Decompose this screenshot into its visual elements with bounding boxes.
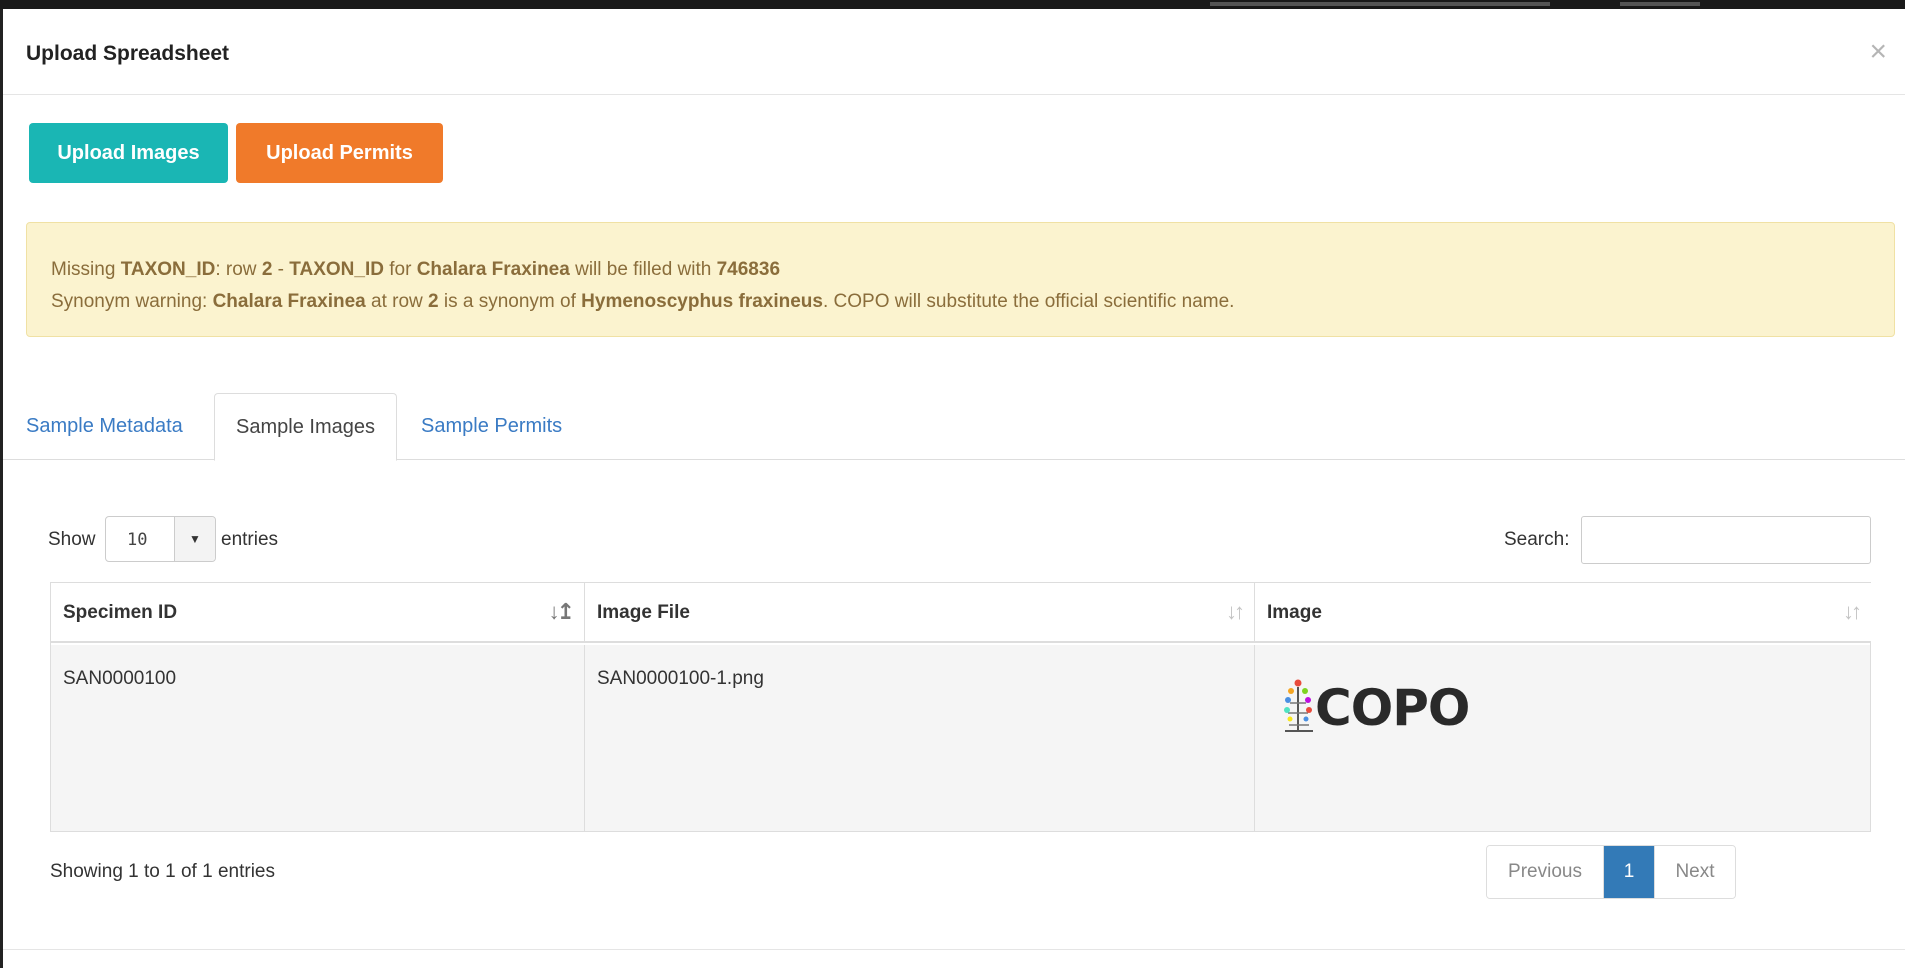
modal-header: Upload Spreadsheet ×	[3, 9, 1905, 95]
copo-logo-text: COPO	[1315, 679, 1470, 737]
specimen-id-cell: SAN0000100	[51, 645, 585, 831]
column-header-specimen-id[interactable]: Specimen ID ↓↥	[51, 583, 585, 643]
pagination: Previous 1 Next	[1486, 845, 1736, 899]
caret-down-icon[interactable]: ▼	[174, 517, 215, 561]
upload-images-button[interactable]: Upload Images	[29, 123, 228, 183]
page-length-select[interactable]: 10 ▼	[105, 516, 216, 562]
copo-tree-icon	[1284, 679, 1313, 732]
tab-sample-permits[interactable]: Sample Permits	[421, 393, 562, 460]
copo-logo-image: COPO	[1279, 673, 1470, 739]
modal-title: Upload Spreadsheet	[26, 42, 230, 65]
upload-spreadsheet-modal: Upload Spreadsheet × Upload Images Uploa…	[3, 9, 1905, 968]
table-row: SAN0000100 SAN0000100-1.png COPO	[51, 645, 1870, 831]
page-1-button[interactable]: 1	[1604, 846, 1654, 898]
previous-button[interactable]: Previous	[1487, 846, 1604, 898]
warning-alert: Missing TAXON_ID: row 2 - TAXON_ID for C…	[26, 222, 1895, 337]
tab-sample-images[interactable]: Sample Images	[214, 393, 397, 461]
sort-both-icon: ↓↑	[1843, 599, 1862, 624]
tab-bar: Sample Metadata Sample Images Sample Per…	[3, 393, 1905, 461]
search-label: Search:	[1504, 529, 1570, 550]
modal-footer-divider	[3, 949, 1905, 950]
sort-asc-icon: ↓↥	[548, 599, 575, 624]
tab-sample-metadata[interactable]: Sample Metadata	[26, 393, 183, 460]
sort-both-icon: ↓↑	[1226, 599, 1245, 624]
column-header-image[interactable]: Image ↓↑	[1255, 583, 1871, 643]
close-button[interactable]: ×	[1869, 37, 1887, 67]
page-length-value: 10	[127, 530, 148, 550]
upload-permits-button[interactable]: Upload Permits	[236, 123, 443, 183]
sample-images-table: Specimen ID ↓↥ Image File ↓↑ Image ↓↑ SA…	[50, 582, 1871, 832]
show-label: Show	[48, 529, 96, 550]
synonym-warning: Synonym warning: Chalara Fraxinea at row…	[51, 291, 1235, 312]
image-file-cell: SAN0000100-1.png	[585, 645, 1255, 831]
column-header-image-file[interactable]: Image File ↓↑	[585, 583, 1255, 643]
search-input[interactable]	[1581, 516, 1871, 564]
window-top-strip	[0, 0, 1905, 9]
next-button[interactable]: Next	[1654, 846, 1735, 898]
entries-label: entries	[221, 529, 279, 550]
table-info: Showing 1 to 1 of 1 entries	[50, 861, 275, 882]
image-cell: COPO	[1255, 645, 1871, 831]
missing-taxon-warning: Missing TAXON_ID: row 2 - TAXON_ID for C…	[51, 259, 781, 280]
